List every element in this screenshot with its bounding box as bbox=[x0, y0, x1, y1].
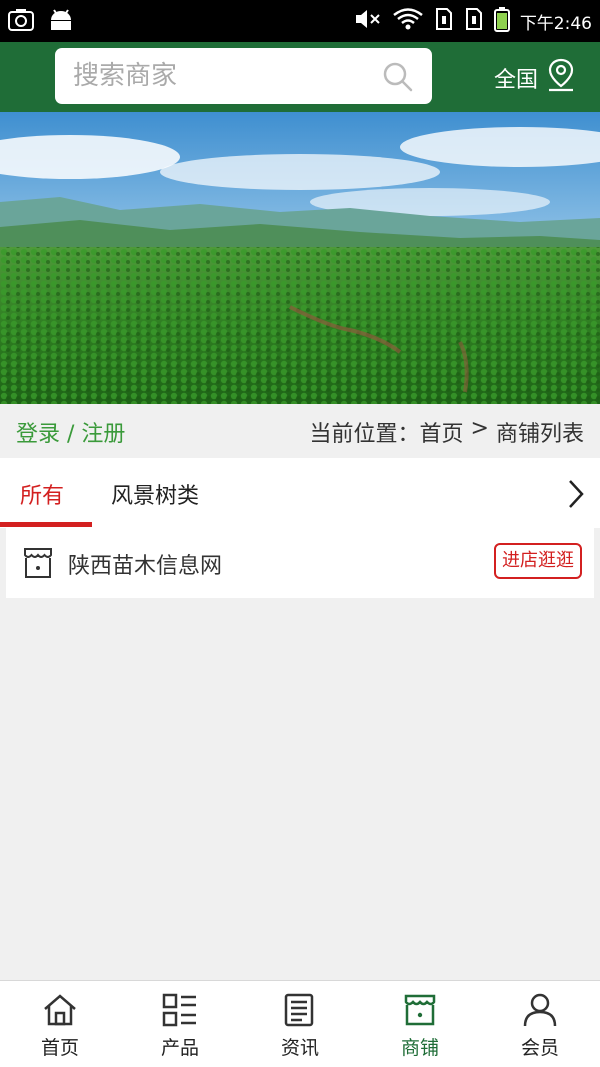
search-icon[interactable] bbox=[382, 61, 414, 97]
sim2-icon bbox=[464, 7, 484, 35]
app-header: 全国 bbox=[0, 42, 600, 112]
status-bar: 下午2:46 bbox=[0, 0, 600, 42]
category-tabs: 所有 风景树类 bbox=[0, 458, 600, 528]
tab-all[interactable]: 所有 bbox=[20, 478, 64, 510]
active-tab-indicator bbox=[0, 522, 92, 527]
mute-icon bbox=[354, 7, 382, 35]
visit-shop-button[interactable]: 进店逛逛 bbox=[494, 543, 582, 579]
location-pin-icon bbox=[546, 58, 576, 98]
battery-icon bbox=[493, 6, 510, 36]
breadcrumb-bar: 登录 / 注册 当前位置： 首页 > 商铺列表 bbox=[0, 404, 600, 458]
sim1-icon bbox=[434, 7, 454, 35]
shop-icon bbox=[404, 994, 436, 1026]
product-grid-icon bbox=[162, 993, 196, 1027]
breadcrumb-prefix: 当前位置： bbox=[309, 422, 420, 447]
nav-item-products[interactable]: 产品 bbox=[120, 981, 240, 1067]
news-icon bbox=[284, 993, 314, 1027]
android-icon bbox=[48, 8, 74, 36]
shop-name[interactable]: 陕西苗木信息网 bbox=[68, 548, 222, 580]
breadcrumb: 当前位置： 首页 > 商铺列表 bbox=[310, 416, 584, 448]
search-box[interactable] bbox=[55, 48, 432, 104]
storefront-icon bbox=[22, 546, 54, 584]
search-input[interactable] bbox=[73, 56, 363, 96]
region-label: 全国 bbox=[494, 68, 539, 93]
tab-landscape-trees[interactable]: 风景树类 bbox=[111, 478, 199, 510]
home-icon bbox=[44, 994, 76, 1026]
nav-label-news: 资讯 bbox=[280, 1037, 319, 1059]
member-icon bbox=[523, 993, 557, 1027]
breadcrumb-home-link[interactable]: 首页 bbox=[420, 416, 464, 448]
status-time: 下午2:46 bbox=[519, 13, 592, 34]
camera-icon bbox=[8, 8, 34, 36]
nav-item-shops[interactable]: 商铺 bbox=[360, 981, 480, 1067]
nav-label-shops: 商铺 bbox=[400, 1037, 439, 1059]
nav-item-member[interactable]: 会员 bbox=[480, 981, 600, 1067]
nav-item-news[interactable]: 资讯 bbox=[240, 981, 360, 1067]
banner-image[interactable] bbox=[0, 112, 600, 404]
nav-label-products: 产品 bbox=[160, 1037, 199, 1059]
list-item[interactable]: 陕西苗木信息网 进店逛逛 bbox=[6, 528, 594, 598]
bottom-nav: 首页 产品 资讯 商铺 会员 bbox=[0, 980, 600, 1067]
nav-label-member: 会员 bbox=[520, 1037, 559, 1059]
breadcrumb-separator: > bbox=[463, 416, 496, 441]
wifi-icon bbox=[392, 7, 424, 35]
nav-label-home: 首页 bbox=[40, 1037, 79, 1059]
breadcrumb-current: 商铺列表 bbox=[495, 422, 584, 447]
region-selector[interactable]: 全国 bbox=[494, 58, 576, 98]
chevron-right-icon[interactable] bbox=[566, 478, 586, 514]
login-register-link[interactable]: 登录 / 注册 bbox=[16, 416, 125, 448]
nav-item-home[interactable]: 首页 bbox=[0, 981, 120, 1067]
